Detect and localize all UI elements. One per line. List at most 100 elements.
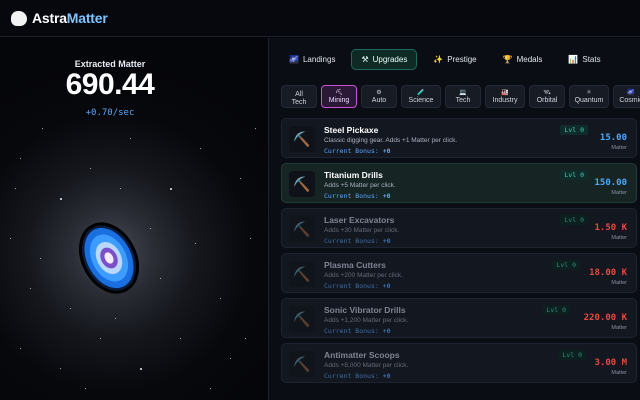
upgrade-list: ⛏️ Steel Pickaxe Classic digging gear. Add… [281,118,637,388]
category-industry[interactable]: 🏭 Industry [485,85,525,108]
star [20,158,21,159]
star [100,338,101,339]
bonus-label: Current Bonus: [324,192,379,200]
cost-unit: Matter [611,145,627,151]
tab-medals[interactable]: 🏆 Medals [493,49,553,70]
category-label: Cosmic [619,96,640,104]
upgrade-name: Sonic Vibrator Drills [324,305,406,315]
category-tech[interactable]: 💻 Tech [445,85,481,108]
tab-label: Stats [582,55,601,64]
upgrade-description: Adds +1,200 Matter per click. [324,317,409,324]
pickaxe-icon: ⛏️ [289,261,315,287]
bonus-label: Current Bonus: [324,282,379,290]
tab-label: Landings [302,55,336,64]
category-all-tech[interactable]: All Tech [281,85,317,108]
star [130,138,131,139]
star [85,388,86,389]
upgrade-name: Titanium Drills [324,170,383,180]
tab-stats[interactable]: 📊 Stats [558,49,610,70]
upgrade-cost: 150.00 [594,178,627,188]
tab-prestige[interactable]: ✨ Prestige [423,49,486,70]
level-badge: Lvl 0 [560,170,588,180]
app-title-part-a: Astra [32,10,67,26]
star [60,198,62,200]
category-label: Tech [455,96,471,104]
tab-icon: 🏆 [502,55,513,64]
star [240,178,241,179]
upgrade-description: Adds +5 Matter per click. [324,182,396,189]
upgrade-cost: 18.00 K [589,268,627,278]
tab-label: Prestige [447,55,477,64]
upgrade-description: Classic digging gear. Adds +1 Matter per… [324,137,458,144]
bonus-value: +0 [382,192,391,200]
star [255,128,256,129]
pickaxe-icon: ⛏️ [289,126,315,152]
upgrade-card[interactable]: ⛏️ Antimatter Scoops Adds +8,000 Matter pe… [281,343,637,383]
upgrade-name: Antimatter Scoops [324,350,400,360]
level-badge: Lvl 0 [558,350,586,360]
clickable-asteroid-icon[interactable] [74,218,144,298]
app-logo-icon [11,10,27,26]
upgrade-cost: 3.00 M [594,358,627,368]
pickaxe-icon: ⛏️ [289,171,315,197]
upgrade-card[interactable]: ⛏️ Plasma Cutters Adds +200 Matter per cli… [281,253,637,293]
tab-icon: 🌌 [289,55,299,64]
star [200,148,201,149]
upgrade-bonus: Current Bonus: +0 [324,372,391,380]
cost-unit: Matter [611,280,627,286]
star [210,388,211,389]
upgrade-card[interactable]: ⛏️ Steel Pickaxe Classic digging gear. Add… [281,118,637,158]
level-badge: Lvl 0 [560,125,588,135]
matter-value: 690.44 [65,68,155,101]
category-auto[interactable]: ⚙ Auto [361,85,397,108]
category-label: All Tech [291,91,307,106]
upgrade-bonus: Current Bonus: +0 [324,282,391,290]
category-icon: 🧪 [417,89,425,96]
category-label: Orbital [536,96,558,104]
star [60,368,61,369]
cost-unit: Matter [611,235,627,241]
category-icon: ⛏ [335,89,343,96]
star [245,338,246,339]
category-label: Quantum [574,96,604,104]
upgrade-card[interactable]: ⛏️ Titanium Drills Adds +5 Matter per clic… [281,163,637,203]
star [10,238,11,239]
bonus-value: +0 [382,372,391,380]
app-title-part-b: Matter [66,10,108,26]
pickaxe-icon: ⛏️ [289,306,315,332]
star [15,188,16,189]
top-bar: AstraMatter [0,0,640,37]
star [115,318,116,319]
upgrade-bonus: Current Bonus: +0 [324,327,391,335]
category-cosmic[interactable]: 🌌Cosmic [613,85,640,108]
bonus-label: Current Bonus: [324,147,379,155]
pickaxe-icon: ⛏️ [289,216,315,242]
upgrade-name: Steel Pickaxe [324,125,379,135]
tab-label: Upgrades [372,55,408,64]
bonus-label: Current Bonus: [324,327,379,335]
star [20,348,21,349]
level-badge: Lvl 0 [560,215,588,225]
star [90,168,91,169]
category-icon: ⚙ [376,89,382,96]
bonus-value: +0 [382,147,391,155]
category-filter: All Tech ⛏ Mining ⚙ Auto 🧪 Science 💻 Tech 🏭 Indust… [281,85,640,108]
category-icon: 🌌 [627,89,635,96]
upgrade-card[interactable]: ⛏️ Sonic Vibrator Drills Adds +1,200 Matte… [281,298,637,338]
tab-upgrades[interactable]: ⚒ Upgrades [351,49,418,70]
category-mining[interactable]: ⛏ Mining [321,85,357,108]
category-science[interactable]: 🧪 Science [401,85,441,108]
upgrade-name: Laser Excavators [324,215,395,225]
bonus-value: +0 [382,237,391,245]
level-badge: Lvl 0 [542,305,570,315]
tab-landings[interactable]: 🌌 Landings [279,49,345,70]
category-icon: 🏭 [501,89,509,96]
category-quantum[interactable]: ⚛ Quantum [569,85,609,108]
cost-unit: Matter [611,190,627,196]
pickaxe-icon: ⛏️ [289,351,315,377]
upgrade-bonus: Current Bonus: +0 [324,192,391,200]
category-label: Mining [328,96,350,104]
upgrade-cost: 1.50 K [594,223,627,233]
category-orbital[interactable]: 🛰 Orbital [529,85,565,108]
upgrade-card[interactable]: ⛏️ Laser Excavators Adds +30 Matter per cl… [281,208,637,248]
